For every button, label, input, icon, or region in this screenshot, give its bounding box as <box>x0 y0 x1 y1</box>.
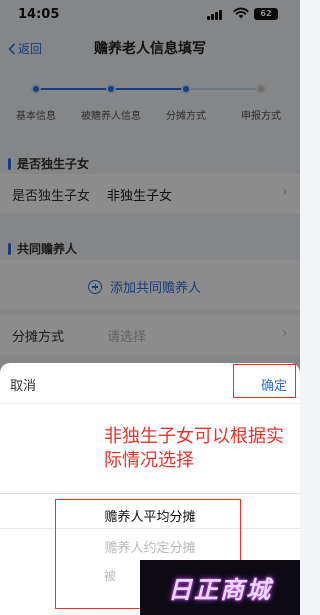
cancel-button[interactable]: 取消 <box>10 375 36 394</box>
annotation-text: 非独生子女可以根据实际情况选择 <box>104 426 284 471</box>
annotation-box-confirm <box>233 364 296 398</box>
watermark-text: 日正商城 <box>168 576 272 604</box>
watermark-logo: 日正商城 <box>140 560 300 615</box>
sheet-divider <box>0 403 300 404</box>
picker-selection-line-top <box>0 493 300 494</box>
